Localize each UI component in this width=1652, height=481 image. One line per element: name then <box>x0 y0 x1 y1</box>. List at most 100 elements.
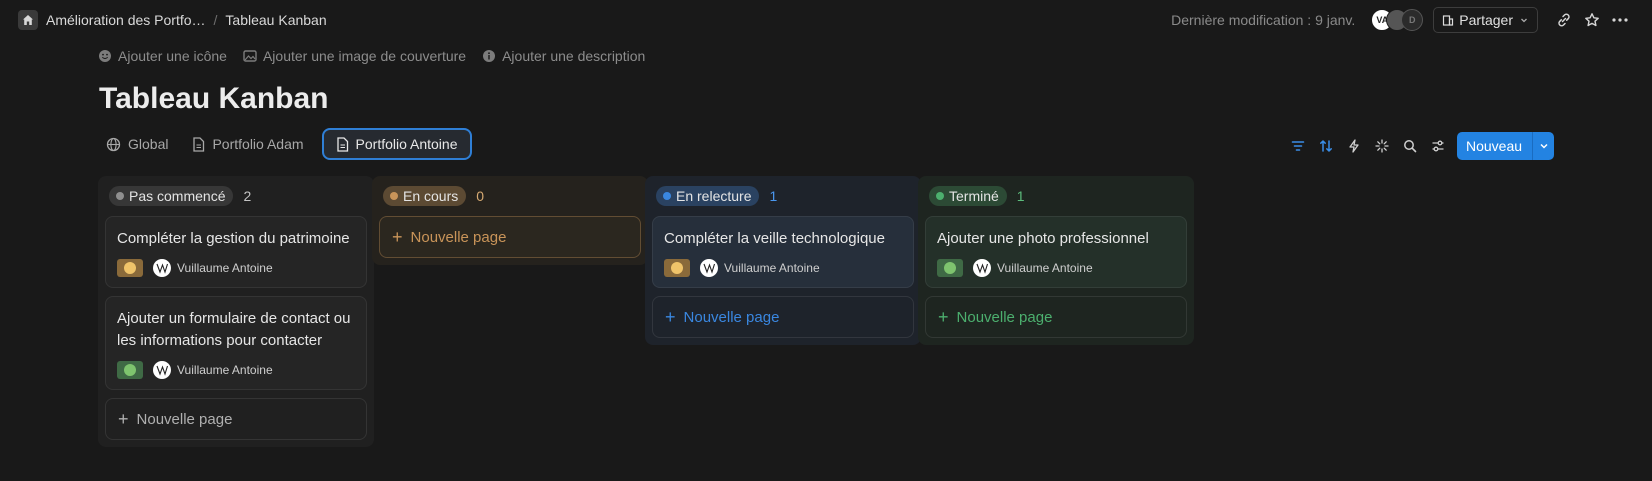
column-header: Terminé 1 <box>929 186 1187 206</box>
plus-icon: + <box>938 306 949 327</box>
top-bar: Amélioration des Portfo… / Tableau Kanba… <box>0 0 1652 40</box>
new-dropdown-button[interactable] <box>1532 132 1555 160</box>
tag-badge <box>117 361 143 379</box>
kanban-card[interactable]: Ajouter un formulaire de contact ou les … <box>105 296 367 390</box>
status-dot <box>936 192 944 200</box>
column-header: En cours 0 <box>383 186 641 206</box>
more-options-icon[interactable] <box>1606 6 1634 34</box>
page-actions: Ajouter une icône Ajouter une image de c… <box>98 48 645 64</box>
automation-lightning-icon[interactable] <box>1340 132 1368 160</box>
avatar <box>153 259 171 277</box>
board-toolbar: Nouveau <box>1284 132 1555 160</box>
column-count: 2 <box>243 188 252 204</box>
add-icon-button[interactable]: Ajouter une icône <box>98 48 227 64</box>
column-header: En relecture 1 <box>656 186 914 206</box>
share-label: Partager <box>1459 12 1513 28</box>
status-dot <box>663 192 671 200</box>
breadcrumb-current[interactable]: Tableau Kanban <box>225 12 326 28</box>
board-column: En cours 0 + Nouvelle page <box>372 176 648 265</box>
share-button[interactable]: Partager <box>1433 7 1538 33</box>
add-icon-label: Ajouter une icône <box>118 48 227 64</box>
avatar-initials-icon <box>156 263 169 274</box>
star-icon[interactable] <box>1578 6 1606 34</box>
sort-icon[interactable] <box>1312 132 1340 160</box>
card-meta: Vuillaume Antoine <box>117 361 355 379</box>
add-cover-button[interactable]: Ajouter une image de couverture <box>243 48 466 64</box>
kanban-card[interactable]: Ajouter une photo professionnel Vuillaume… <box>925 216 1187 288</box>
globe-icon <box>106 137 121 151</box>
document-icon <box>336 136 348 152</box>
add-description-button[interactable]: Ajouter une description <box>482 48 645 64</box>
new-page-button[interactable]: + Nouvelle page <box>652 296 914 338</box>
card-assignee: Vuillaume Antoine <box>177 261 273 275</box>
new-button-group: Nouveau <box>1457 132 1555 160</box>
link-icon[interactable] <box>1550 6 1578 34</box>
image-icon <box>243 50 257 62</box>
status-dot <box>390 192 398 200</box>
new-page-label: Nouvelle page <box>136 410 233 428</box>
breadcrumb-parent[interactable]: Amélioration des Portfo… <box>46 12 206 28</box>
tab-global[interactable]: Global <box>98 128 176 160</box>
settings-sliders-icon[interactable] <box>1424 132 1452 160</box>
column-count: 1 <box>1016 188 1025 204</box>
tab-portfolio-antoine[interactable]: Portfolio Antoine <box>321 128 472 160</box>
tag-badge <box>117 259 143 277</box>
tag-badge <box>937 259 963 277</box>
plus-icon: + <box>665 306 676 327</box>
view-tabs: Global Portfolio Adam Portfolio Antoine <box>98 128 480 160</box>
kanban-card[interactable]: Compléter la veille technologique Vuillau… <box>652 216 914 288</box>
add-cover-label: Ajouter une image de couverture <box>262 48 467 64</box>
card-title: Compléter la gestion du patrimoine <box>117 230 350 247</box>
home-icon[interactable] <box>18 10 38 30</box>
avatar-initials-icon <box>703 263 716 274</box>
chevron-down-icon <box>1540 143 1548 149</box>
tag-dot <box>671 262 683 274</box>
new-page-label: Nouvelle page <box>683 308 780 326</box>
new-page-label: Nouvelle page <box>956 308 1053 326</box>
new-button[interactable]: Nouveau <box>1457 132 1533 160</box>
avatar <box>153 361 171 379</box>
smiley-icon <box>99 50 111 62</box>
status-badge[interactable]: Pas commencé <box>109 186 234 206</box>
tab-label: Global <box>128 136 169 152</box>
new-page-button[interactable]: + Nouvelle page <box>105 398 367 440</box>
card-title: Ajouter un formulaire de contact ou les … <box>117 310 351 349</box>
status-badge[interactable]: Terminé <box>929 186 1007 206</box>
card-title: Compléter la veille technologique <box>664 230 885 247</box>
ai-sparkle-icon[interactable] <box>1368 132 1396 160</box>
plus-icon: + <box>118 408 129 429</box>
tag-dot <box>124 364 136 376</box>
kanban-card[interactable]: Compléter la gestion du patrimoine Vuilla… <box>105 216 367 288</box>
document-icon <box>193 136 205 152</box>
tab-portfolio-adam[interactable]: Portfolio Adam <box>184 128 311 160</box>
card-assignee: Vuillaume Antoine <box>177 363 273 377</box>
avatar <box>973 259 991 277</box>
status-badge[interactable]: En relecture <box>656 186 760 206</box>
status-label: En relecture <box>676 188 752 204</box>
card-assignee: Vuillaume Antoine <box>997 261 1093 275</box>
last-modified: Dernière modification : 9 janv. <box>1171 12 1356 28</box>
card-meta: Vuillaume Antoine <box>117 259 355 277</box>
avatar <box>700 259 718 277</box>
column-count: 1 <box>769 188 778 204</box>
tag-dot <box>124 262 136 274</box>
collaborator-avatars[interactable]: VA D <box>1371 9 1424 31</box>
board-column: En relecture 1 Compléter la veille technol… <box>645 176 921 345</box>
chevron-down-icon <box>1521 18 1527 23</box>
status-label: Pas commencé <box>129 188 226 204</box>
plus-icon: + <box>392 226 403 247</box>
status-badge[interactable]: En cours <box>383 186 467 206</box>
new-page-button[interactable]: + Nouvelle page <box>379 216 641 258</box>
avatar-initials-icon <box>156 365 169 376</box>
new-page-label: Nouvelle page <box>410 228 507 246</box>
new-page-button[interactable]: + Nouvelle page <box>925 296 1187 338</box>
board-column: Terminé 1 Ajouter une photo professionnel V… <box>918 176 1194 345</box>
filter-icon[interactable] <box>1284 132 1312 160</box>
avatar[interactable]: D <box>1401 9 1424 31</box>
status-label: En cours <box>403 188 459 204</box>
page-title[interactable]: Tableau Kanban <box>99 82 328 116</box>
card-assignee: Vuillaume Antoine <box>724 261 820 275</box>
search-icon[interactable] <box>1396 132 1424 160</box>
tab-label: Portfolio Adam <box>212 136 304 152</box>
info-icon <box>483 50 496 62</box>
